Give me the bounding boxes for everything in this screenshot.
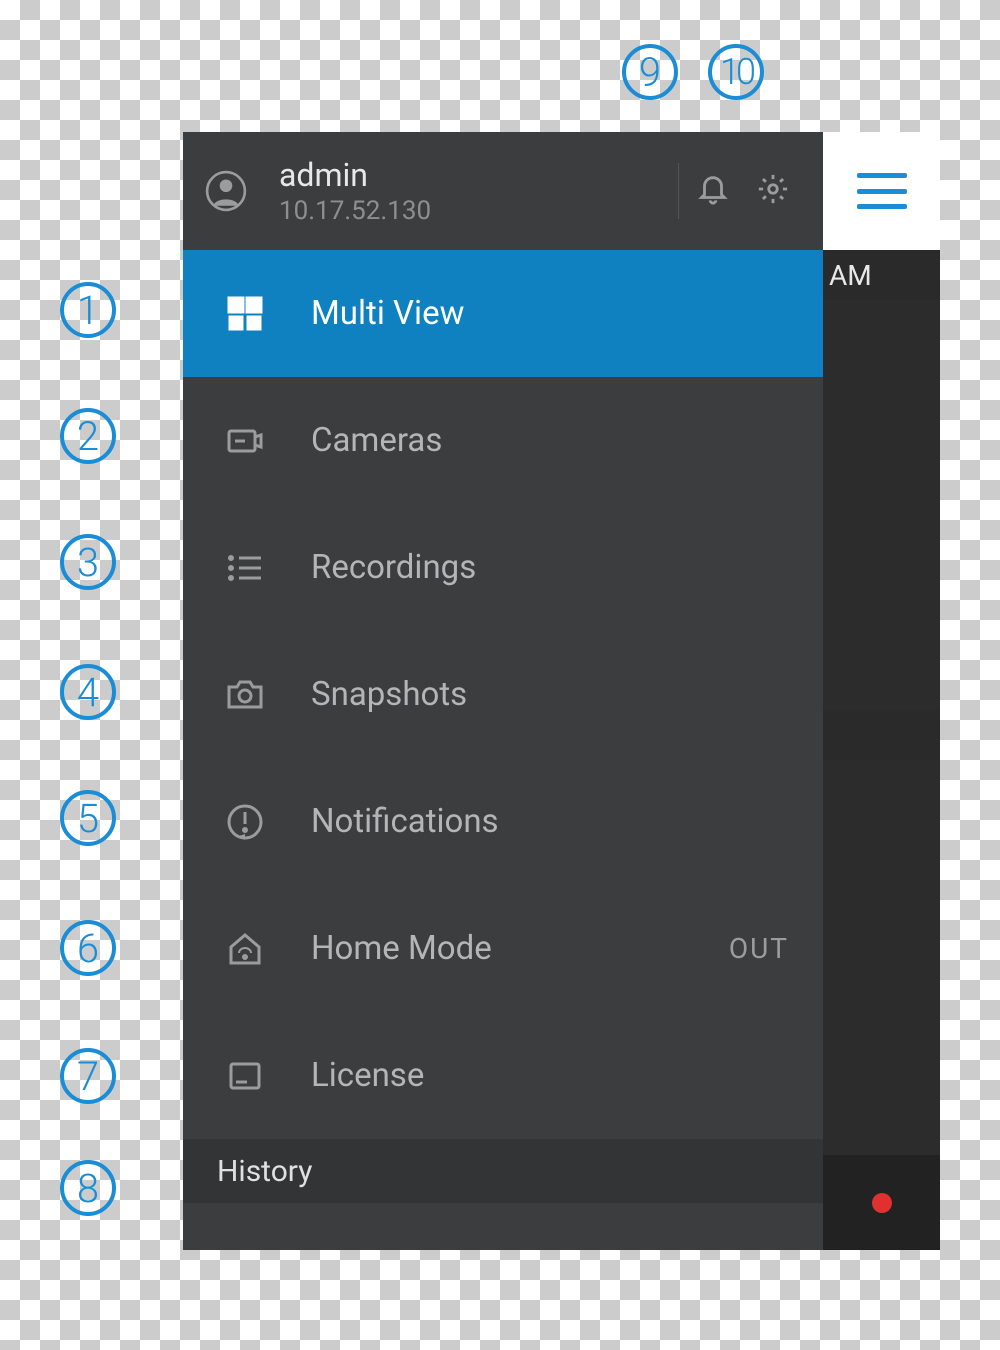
peek-bottom-bar [823,1155,940,1250]
menu-item-multiview[interactable]: Multi View [183,250,823,377]
peek-dark-1 [823,300,940,710]
annotation-6: 6 [60,920,116,976]
time-strip: AM [823,250,940,300]
record-icon[interactable] [872,1193,892,1213]
annotation-9: 9 [622,44,678,100]
menu-item-homemode[interactable]: Home Mode OUT [183,885,823,1012]
license-icon [223,1054,267,1098]
username-label: admin [279,156,674,194]
bell-icon [696,172,730,210]
hamburger-icon [857,173,907,209]
bell-button[interactable] [683,161,743,221]
user-info[interactable]: admin 10.17.52.130 [279,156,674,226]
home-icon [223,927,267,971]
annotation-7: 7 [60,1048,116,1104]
sidebar: admin 10.17.52.130 [183,132,823,1250]
menu-label: Cameras [311,421,823,460]
menu-item-license[interactable]: License [183,1012,823,1139]
hamburger-button[interactable] [857,173,907,209]
top-bar [823,132,940,250]
photo-camera-icon [223,673,267,717]
peek-dark-2 [823,710,940,760]
peek-dark-3 [823,760,940,1155]
annotation-10: 10 [708,44,764,100]
camera-icon [223,419,267,463]
menu-item-recordings[interactable]: Recordings [183,504,823,631]
homemode-status: OUT [729,932,789,965]
section-history: History [183,1139,823,1203]
menu-label: Snapshots [311,675,823,714]
avatar-icon[interactable] [203,168,249,214]
app-container: admin 10.17.52.130 [183,132,940,1250]
menu-label: Notifications [311,802,823,841]
menu-label: Multi View [311,294,823,333]
list-icon [223,546,267,590]
settings-button[interactable] [743,161,803,221]
annotation-4: 4 [60,664,116,720]
section-label: History [217,1154,312,1189]
annotation-3: 3 [60,534,116,590]
gear-icon [756,172,790,210]
annotation-8: 8 [60,1160,116,1216]
menu-item-cameras[interactable]: Cameras [183,377,823,504]
sidebar-header: admin 10.17.52.130 [183,132,823,250]
annotation-2: 2 [60,408,116,464]
menu-label: Home Mode [311,929,729,968]
annotation-1: 1 [60,282,116,338]
menu-label: License [311,1056,823,1095]
menu-item-notifications[interactable]: Notifications [183,758,823,885]
am-label: AM [829,259,872,292]
menu-label: Recordings [311,548,823,587]
menu-item-snapshots[interactable]: Snapshots [183,631,823,758]
header-divider [678,163,679,219]
ip-label: 10.17.52.130 [279,196,674,226]
annotation-5: 5 [60,790,116,846]
grid-icon [223,292,267,336]
content-peek: AM [823,132,940,1250]
alert-circle-icon [223,800,267,844]
